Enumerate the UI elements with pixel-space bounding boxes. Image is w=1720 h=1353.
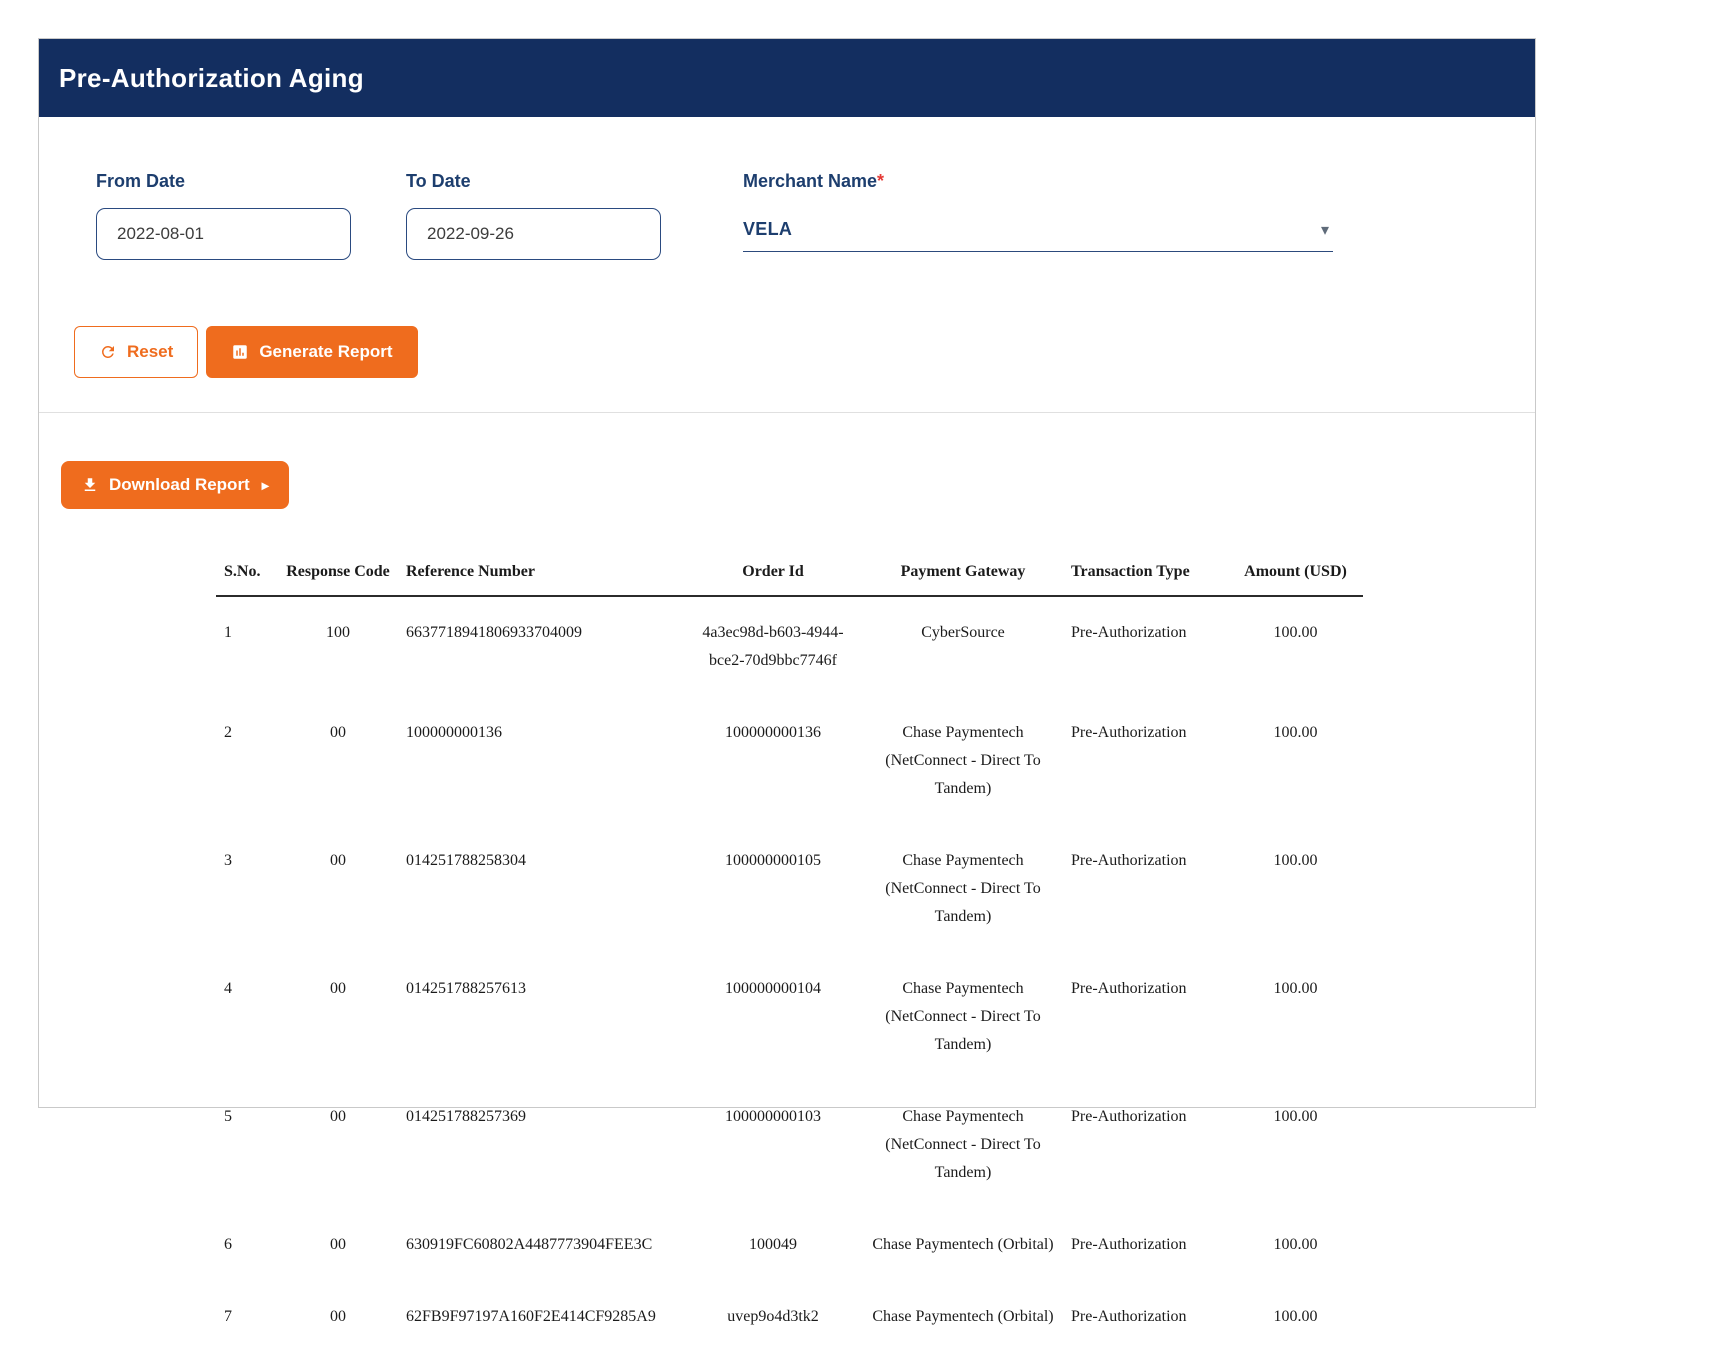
reset-button[interactable]: Reset xyxy=(74,326,198,378)
cell-sno: 4 xyxy=(216,953,278,1081)
column-header-gateway: Payment Gateway xyxy=(863,555,1063,596)
required-asterisk: * xyxy=(877,171,884,191)
cell-sno: 6 xyxy=(216,1209,278,1281)
cell-gateway: Chase Paymentech (NetConnect - Direct To… xyxy=(863,953,1063,1081)
from-date-input[interactable] xyxy=(96,208,351,260)
cell-sno: 5 xyxy=(216,1081,278,1209)
cell-gateway: Chase Paymentech (NetConnect - Direct To… xyxy=(863,825,1063,953)
cell-amount: 100.00 xyxy=(1228,1081,1363,1209)
cell-sno: 3 xyxy=(216,825,278,953)
generate-report-button-label: Generate Report xyxy=(259,342,392,362)
cell-ref: 014251788257369 xyxy=(398,1081,683,1209)
merchant-selected-value: VELA xyxy=(743,219,792,240)
from-date-group: From Date xyxy=(96,171,351,260)
cell-order: 100000000103 xyxy=(683,1081,863,1209)
cell-gateway: Chase Paymentech (NetConnect - Direct To… xyxy=(863,1081,1063,1209)
merchant-label: Merchant Name* xyxy=(743,171,1333,192)
cell-ref: 014251788257613 xyxy=(398,953,683,1081)
caret-right-icon: ▸ xyxy=(262,477,269,494)
cell-type: Pre-Authorization xyxy=(1063,697,1228,825)
cell-response: 00 xyxy=(278,825,398,953)
cell-gateway: Chase Paymentech (NetConnect - Direct To… xyxy=(863,697,1063,825)
report-table-body: 1 100 6637718941806933704009 4a3ec98d-b6… xyxy=(216,596,1363,1353)
column-header-sno: S.No. xyxy=(216,555,278,596)
cell-order: 4a3ec98d-b603-4944-bce2-70d9bbc7746f xyxy=(683,596,863,697)
cell-sno: 1 xyxy=(216,596,278,697)
cell-type: Pre-Authorization xyxy=(1063,953,1228,1081)
cell-amount: 100.00 xyxy=(1228,1281,1363,1353)
merchant-label-text: Merchant Name xyxy=(743,171,877,191)
cell-response: 00 xyxy=(278,1081,398,1209)
cell-order: 100000000105 xyxy=(683,825,863,953)
cell-response: 00 xyxy=(278,1209,398,1281)
chevron-down-icon: ▾ xyxy=(1321,220,1333,240)
refresh-icon xyxy=(99,343,117,361)
column-header-amount: Amount (USD) xyxy=(1228,555,1363,596)
action-buttons-row: Reset Generate Report xyxy=(39,260,1535,378)
cell-response: 00 xyxy=(278,1281,398,1353)
cell-amount: 100.00 xyxy=(1228,1209,1363,1281)
to-date-label: To Date xyxy=(406,171,661,192)
report-table-head: S.No. Response Code Reference Number Ord… xyxy=(216,555,1363,596)
cell-ref: 62FB9F97197A160F2E414CF9285A9 xyxy=(398,1281,683,1353)
cell-order: 100049 xyxy=(683,1209,863,1281)
report-card: Pre-Authorization Aging From Date To Dat… xyxy=(38,38,1536,1108)
download-icon xyxy=(81,476,99,494)
cell-amount: 100.00 xyxy=(1228,596,1363,697)
merchant-group: Merchant Name* VELA ▾ xyxy=(743,171,1333,260)
cell-type: Pre-Authorization xyxy=(1063,1081,1228,1209)
cell-response: 00 xyxy=(278,953,398,1081)
header-row: S.No. Response Code Reference Number Ord… xyxy=(216,555,1363,596)
cell-amount: 100.00 xyxy=(1228,825,1363,953)
table-row: 7 00 62FB9F97197A160F2E414CF9285A9 uvep9… xyxy=(216,1281,1363,1353)
report-table-container: S.No. Response Code Reference Number Ord… xyxy=(39,509,1535,1353)
page-title: Pre-Authorization Aging xyxy=(59,63,364,94)
cell-response: 00 xyxy=(278,697,398,825)
to-date-group: To Date xyxy=(406,171,661,260)
column-header-type: Transaction Type xyxy=(1063,555,1228,596)
cell-order: 100000000104 xyxy=(683,953,863,1081)
report-chart-icon xyxy=(231,343,249,361)
table-row: 2 00 100000000136 100000000136 Chase Pay… xyxy=(216,697,1363,825)
download-report-button[interactable]: Download Report ▸ xyxy=(61,461,289,509)
cell-type: Pre-Authorization xyxy=(1063,1281,1228,1353)
to-date-input[interactable] xyxy=(406,208,661,260)
reset-button-label: Reset xyxy=(127,342,173,362)
generate-report-button[interactable]: Generate Report xyxy=(206,326,417,378)
from-date-label: From Date xyxy=(96,171,351,192)
table-row: 3 00 014251788258304 100000000105 Chase … xyxy=(216,825,1363,953)
merchant-select[interactable]: VELA ▾ xyxy=(743,208,1333,252)
cell-type: Pre-Authorization xyxy=(1063,596,1228,697)
cell-sno: 2 xyxy=(216,697,278,825)
cell-amount: 100.00 xyxy=(1228,953,1363,1081)
card-header: Pre-Authorization Aging xyxy=(39,39,1535,117)
filters-row: From Date To Date Merchant Name* VELA ▾ xyxy=(39,117,1535,260)
cell-type: Pre-Authorization xyxy=(1063,1209,1228,1281)
cell-response: 100 xyxy=(278,596,398,697)
cell-sno: 7 xyxy=(216,1281,278,1353)
cell-gateway: Chase Paymentech (Orbital) xyxy=(863,1281,1063,1353)
cell-gateway: Chase Paymentech (Orbital) xyxy=(863,1209,1063,1281)
download-row: Download Report ▸ xyxy=(39,413,1535,509)
download-report-button-label: Download Report xyxy=(109,475,250,495)
cell-order: uvep9o4d3tk2 xyxy=(683,1281,863,1353)
table-row: 6 00 630919FC60802A4487773904FEE3C 10004… xyxy=(216,1209,1363,1281)
cell-gateway: CyberSource xyxy=(863,596,1063,697)
table-row: 5 00 014251788257369 100000000103 Chase … xyxy=(216,1081,1363,1209)
table-row: 4 00 014251788257613 100000000104 Chase … xyxy=(216,953,1363,1081)
cell-ref: 6637718941806933704009 xyxy=(398,596,683,697)
cell-ref: 630919FC60802A4487773904FEE3C xyxy=(398,1209,683,1281)
cell-order: 100000000136 xyxy=(683,697,863,825)
cell-amount: 100.00 xyxy=(1228,697,1363,825)
column-header-response: Response Code xyxy=(278,555,398,596)
report-table: S.No. Response Code Reference Number Ord… xyxy=(216,555,1363,1353)
column-header-ref: Reference Number xyxy=(398,555,683,596)
column-header-order: Order Id xyxy=(683,555,863,596)
cell-ref: 014251788258304 xyxy=(398,825,683,953)
cell-type: Pre-Authorization xyxy=(1063,825,1228,953)
cell-ref: 100000000136 xyxy=(398,697,683,825)
table-row: 1 100 6637718941806933704009 4a3ec98d-b6… xyxy=(216,596,1363,697)
